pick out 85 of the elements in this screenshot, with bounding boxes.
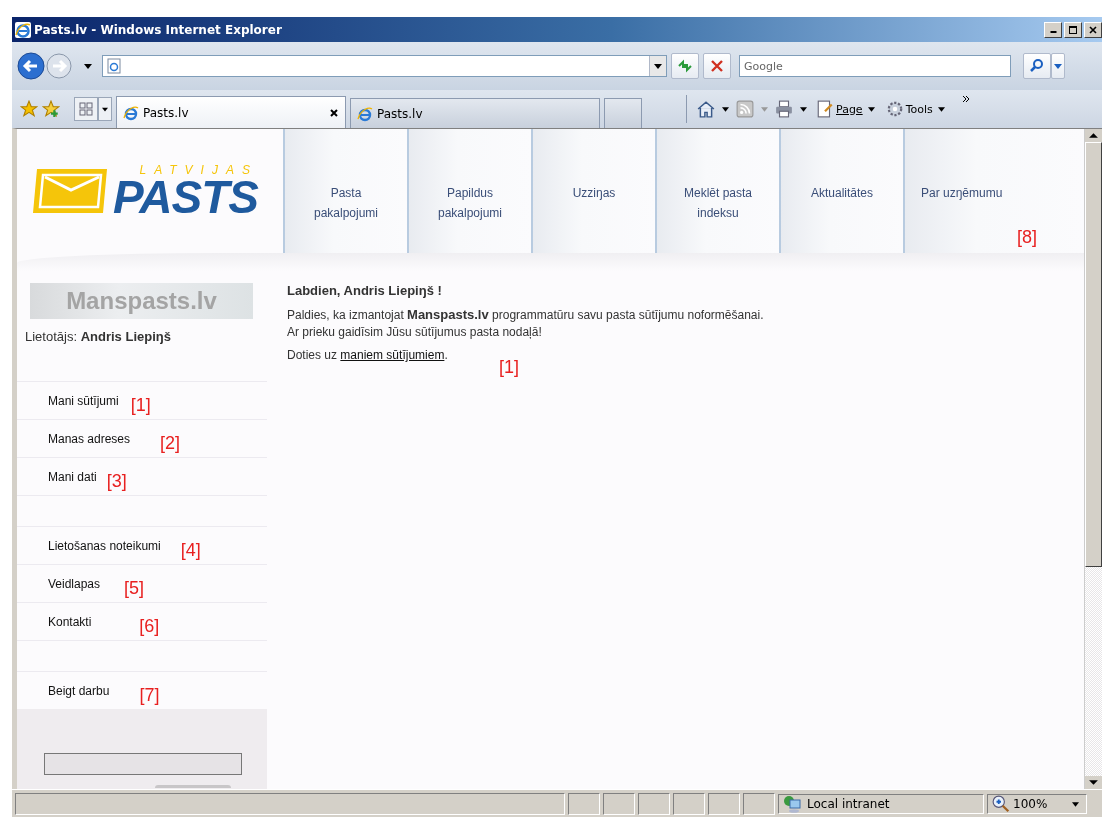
- sidebar-link[interactable]: Mani dati: [48, 469, 97, 484]
- dropdown-arrow-icon: [102, 106, 108, 112]
- maximize-icon: [1067, 24, 1079, 35]
- browser-logo-icon: [123, 104, 139, 121]
- search-icon: [1029, 58, 1045, 74]
- stop-icon: [709, 58, 725, 74]
- scrollbar[interactable]: [1084, 129, 1102, 789]
- stop-button[interactable]: [703, 53, 731, 79]
- status-panel: [638, 793, 670, 815]
- search-field[interactable]: Google: [739, 55, 1011, 77]
- zoom-button[interactable]: 100%: [987, 794, 1087, 814]
- close-icon: [1087, 24, 1099, 35]
- dropdown-arrow-icon: [1054, 63, 1062, 69]
- dropdown-arrow-icon[interactable]: [800, 106, 807, 112]
- sidebar-link[interactable]: Lietošanas noteikumi: [48, 538, 161, 553]
- scroll-up-icon[interactable]: [1085, 129, 1102, 142]
- greeting-heading: Labdien, Andris Liepiŋš !: [287, 283, 443, 298]
- star-icon[interactable]: [20, 100, 38, 118]
- page-menu-button[interactable]: Page: [814, 100, 880, 118]
- grid-icon: [78, 101, 94, 117]
- sidebar-link[interactable]: Veidlapas: [48, 576, 101, 591]
- paragraph-text: Ar prieku gaidīsim Jūsu sūtījumus pasta nodaļā!: [287, 324, 543, 341]
- dropdown-arrow-icon: [867, 106, 875, 112]
- scroll-down-icon[interactable]: [1085, 776, 1102, 789]
- paragraph-text: Doties uz maniem sūtījumiem.: [287, 348, 449, 362]
- dropdown-arrow-icon[interactable]: [654, 63, 662, 69]
- search-button[interactable]: [1023, 53, 1051, 79]
- tools-menu-button[interactable]: Tools: [883, 100, 950, 118]
- browser-logo-icon: [15, 21, 31, 38]
- tab-list-button[interactable]: [98, 97, 112, 121]
- home-icon[interactable]: [697, 100, 715, 118]
- browser-tab[interactable]: Pasts.lv: [350, 98, 600, 128]
- sidebar-link[interactable]: Manas adreses: [48, 431, 131, 446]
- maximize-button[interactable]: [1064, 21, 1082, 38]
- annotation-marker: [8]: [1017, 227, 1037, 247]
- status-panel: [673, 793, 705, 815]
- annotation-marker: [4]: [180, 539, 201, 560]
- printer-icon[interactable]: [775, 100, 793, 118]
- search-options-button[interactable]: [1051, 53, 1065, 79]
- refresh-button[interactable]: [671, 53, 699, 79]
- input-field[interactable]: [44, 753, 242, 775]
- logo-subtitle: LATVIJAS: [139, 164, 258, 176]
- address-field[interactable]: [102, 55, 667, 77]
- refresh-icon: [677, 58, 693, 74]
- gear-icon: [885, 100, 904, 118]
- browser-tab[interactable]: Pasts.lv: [116, 96, 346, 128]
- annotation-marker: [6]: [139, 615, 160, 636]
- site-logo[interactable]: LATVIJAS PASTS: [17, 129, 283, 253]
- sidebar-link[interactable]: Mani sūtījumi: [48, 393, 119, 408]
- window-title: Pasts.lv - Windows Internet Explorer: [34, 22, 282, 37]
- minimize-button[interactable]: [1044, 21, 1062, 38]
- browser-logo-icon: [357, 105, 373, 122]
- close-icon[interactable]: [329, 107, 339, 118]
- back-button-icon[interactable]: [16, 51, 46, 81]
- zoom-icon: [992, 795, 1010, 813]
- status-panel: [603, 793, 635, 815]
- dropdown-arrow-icon: [1072, 801, 1079, 807]
- annotation-marker: [2]: [160, 432, 181, 453]
- sidebar-link[interactable]: Kontakti: [48, 614, 92, 629]
- status-panel: [743, 793, 775, 815]
- feed-icon[interactable]: [736, 100, 754, 118]
- dropdown-arrow-icon: [937, 106, 945, 112]
- annotation-marker: [7]: [139, 684, 160, 705]
- security-zone-text: Local intranet: [807, 797, 890, 811]
- minimize-icon: [1049, 30, 1057, 33]
- site-banner: Manspasts.lv: [30, 283, 253, 319]
- status-panel: [708, 793, 740, 815]
- dropdown-arrow-icon[interactable]: [722, 106, 729, 112]
- paragraph-text: Paldies, ka izmantojat Manspasts.lv programmatūru savu pasta sūtījumu noformēšanai.: [287, 306, 765, 324]
- page-icon: [107, 58, 121, 74]
- annotation-marker: [5]: [124, 577, 145, 598]
- annotation-marker: [1]: [130, 394, 151, 415]
- logo-wordmark: PASTS: [113, 176, 258, 218]
- add-star-icon[interactable]: [42, 100, 60, 118]
- scroll-thumb[interactable]: [1085, 142, 1102, 567]
- sidebar-link[interactable]: Beigt darbu: [48, 683, 110, 698]
- user-label: Lietotājs: Andris Liepiŋš: [25, 329, 172, 346]
- page-icon: [816, 100, 834, 118]
- chevron-icon[interactable]: [961, 95, 970, 103]
- annotation-marker: [1]: [499, 357, 519, 377]
- dropdown-arrow-icon[interactable]: [84, 63, 92, 69]
- close-button[interactable]: [1084, 21, 1102, 38]
- annotation-marker: [3]: [106, 470, 127, 491]
- status-panel: [568, 793, 600, 815]
- network-icon: [783, 795, 801, 813]
